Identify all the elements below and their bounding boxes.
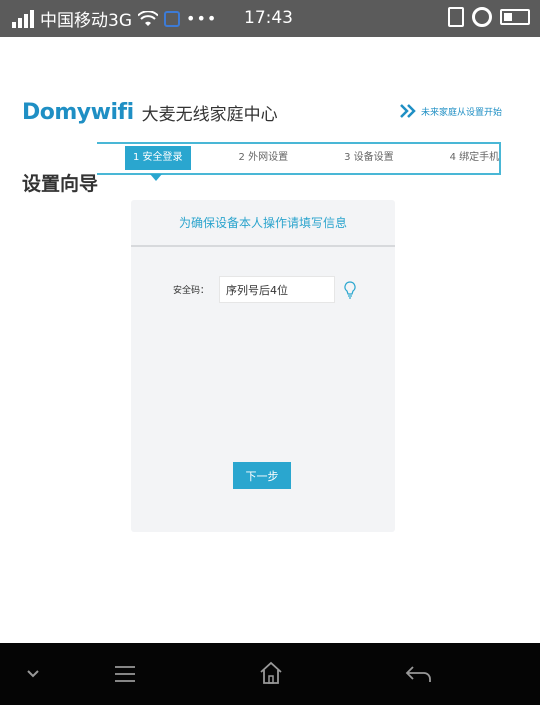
step-progress: 1 安全登录 2 外网设置 3 设备设置 4 绑定手机 [125, 143, 507, 173]
brand-subtitle: 大麦无线家庭中心 [141, 105, 278, 125]
alarm-icon [472, 7, 492, 27]
step-4-bind-phone[interactable]: 4 绑定手机 [442, 146, 508, 170]
step-connector [97, 173, 127, 175]
security-code-label: 安全码： [173, 286, 210, 296]
step-1-security-login[interactable]: 1 安全登录 [125, 146, 191, 170]
chevron-right-icon [400, 104, 416, 118]
status-bar: 中国移动3G ••• 17:43 [0, 0, 540, 37]
setup-slogan-link[interactable]: 未来家庭从设置开始 [399, 103, 502, 119]
top-strip [0, 37, 540, 71]
battery-icon [500, 9, 530, 25]
home-icon[interactable] [258, 660, 284, 686]
clock: 17:43 [244, 8, 293, 28]
web-page: Domywifi 大麦无线家庭中心 未来家庭从设置开始 1 安全登录 2 外网设… [0, 37, 540, 643]
step-2-wan-settings[interactable]: 2 外网设置 [231, 146, 297, 170]
bulb-icon[interactable] [344, 280, 356, 299]
carrier-label: 中国移动3G [40, 11, 132, 31]
brand-header: Domywifi 大麦无线家庭中心 [22, 100, 278, 125]
security-code-input[interactable]: 序列号后4位 [219, 276, 336, 303]
page-title: 设置向导 [22, 173, 99, 195]
card-heading: 为确保设备本人操作请填写信息 [131, 200, 395, 247]
security-code-row: 安全码： 序列号后4位 [173, 276, 356, 303]
next-step-button[interactable]: 下一步 [233, 462, 291, 489]
more-notifications-icon: ••• [186, 9, 218, 28]
signal-icon [12, 9, 34, 28]
login-card: 为确保设备本人操作请填写信息 安全码： 序列号后4位 下一步 [131, 200, 395, 532]
back-icon[interactable] [404, 664, 434, 684]
android-nav-bar [0, 643, 540, 705]
wifi-icon [138, 10, 158, 26]
setup-slogan-text: 未来家庭从设置开始 [420, 107, 502, 118]
menu-icon[interactable] [113, 664, 137, 684]
step-3-device-settings[interactable]: 3 设备设置 [336, 146, 402, 170]
message-icon [164, 10, 180, 27]
active-step-pointer [150, 174, 162, 181]
brand-logo[interactable]: Domywifi [22, 100, 134, 125]
vibrate-icon [448, 7, 464, 27]
chevron-down-icon[interactable] [26, 669, 40, 679]
left-edge [0, 71, 18, 571]
